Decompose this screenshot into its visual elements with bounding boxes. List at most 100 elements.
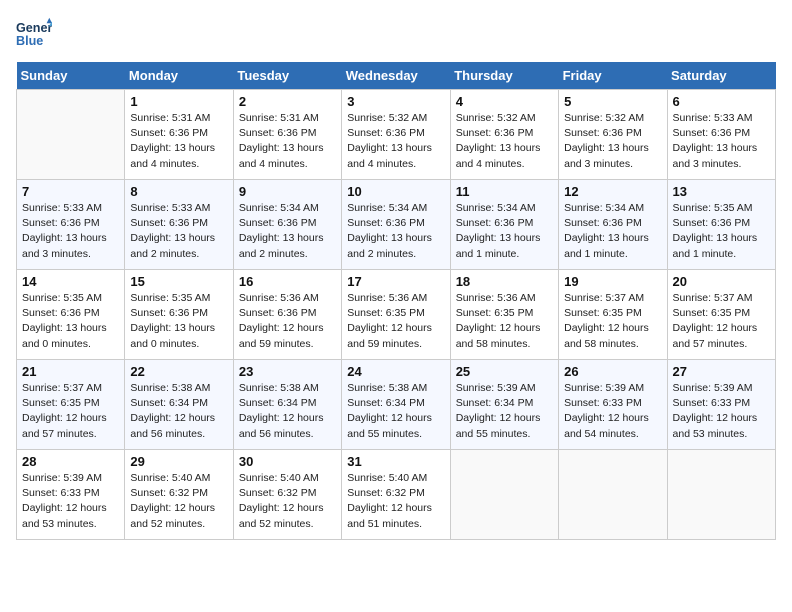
day-number: 2 [239,94,336,109]
day-number: 19 [564,274,661,289]
day-number: 15 [130,274,227,289]
day-info: Sunrise: 5:34 AMSunset: 6:36 PMDaylight:… [347,201,444,262]
day-info: Sunrise: 5:37 AMSunset: 6:35 PMDaylight:… [22,381,119,442]
calendar-week-row: 7 Sunrise: 5:33 AMSunset: 6:36 PMDaylight… [17,180,776,270]
day-number: 29 [130,454,227,469]
calendar-cell: 10 Sunrise: 5:34 AMSunset: 6:36 PMDayligh… [342,180,450,270]
calendar-cell: 12Sunrise: 5:34 AMSunset: 6:36 PMDayligh… [559,180,667,270]
calendar-cell: 15 Sunrise: 5:35 AMSunset: 6:36 PMDayligh… [125,270,233,360]
weekday-header-tuesday: Tuesday [233,62,341,90]
day-info: Sunrise: 5:35 AMSunset: 6:36 PMDaylight:… [673,201,770,262]
day-number: 12 [564,184,661,199]
day-info: Sunrise: 5:37 AMSunset: 6:35 PMDaylight:… [673,291,770,352]
day-info: Sunrise: 5:33 AMSunset: 6:36 PMDaylight:… [22,201,119,262]
calendar-cell: 16Sunrise: 5:36 AMSunset: 6:36 PMDayligh… [233,270,341,360]
day-info: Sunrise: 5:37 AMSunset: 6:35 PMDaylight:… [564,291,661,352]
weekday-header-saturday: Saturday [667,62,775,90]
day-info: Sunrise: 5:40 AMSunset: 6:32 PMDaylight:… [239,471,336,532]
day-number: 16 [239,274,336,289]
day-number: 22 [130,364,227,379]
svg-text:Blue: Blue [16,34,43,48]
day-info: Sunrise: 5:39 AMSunset: 6:33 PMDaylight:… [564,381,661,442]
day-number: 28 [22,454,119,469]
day-info: Sunrise: 5:39 AMSunset: 6:33 PMDaylight:… [673,381,770,442]
calendar-cell: 31 Sunrise: 5:40 AMSunset: 6:32 PMDayligh… [342,450,450,540]
calendar-cell: 29 Sunrise: 5:40 AMSunset: 6:32 PMDayligh… [125,450,233,540]
day-info: Sunrise: 5:33 AMSunset: 6:36 PMDaylight:… [130,201,227,262]
calendar-cell: 8Sunrise: 5:33 AMSunset: 6:36 PMDaylight… [125,180,233,270]
day-number: 1 [130,94,227,109]
calendar-cell: 14 Sunrise: 5:35 AMSunset: 6:36 PMDayligh… [17,270,125,360]
calendar-cell: 25 Sunrise: 5:39 AMSunset: 6:34 PMDayligh… [450,360,558,450]
calendar-cell: 26 Sunrise: 5:39 AMSunset: 6:33 PMDayligh… [559,360,667,450]
day-info: Sunrise: 5:38 AMSunset: 6:34 PMDaylight:… [347,381,444,442]
day-info: Sunrise: 5:38 AMSunset: 6:34 PMDaylight:… [239,381,336,442]
calendar-cell: 23 Sunrise: 5:38 AMSunset: 6:34 PMDayligh… [233,360,341,450]
calendar-week-row: 28 Sunrise: 5:39 AMSunset: 6:33 PMDayligh… [17,450,776,540]
calendar-cell: 21 Sunrise: 5:37 AMSunset: 6:35 PMDayligh… [17,360,125,450]
logo: General Blue [16,16,54,52]
calendar-cell: 9 Sunrise: 5:34 AMSunset: 6:36 PMDaylight… [233,180,341,270]
day-info: Sunrise: 5:34 AMSunset: 6:36 PMDaylight:… [456,201,553,262]
weekday-header-friday: Friday [559,62,667,90]
day-number: 25 [456,364,553,379]
day-info: Sunrise: 5:36 AMSunset: 6:35 PMDaylight:… [347,291,444,352]
day-number: 4 [456,94,553,109]
day-info: Sunrise: 5:34 AMSunset: 6:36 PMDaylight:… [239,201,336,262]
weekday-header-thursday: Thursday [450,62,558,90]
day-number: 18 [456,274,553,289]
calendar-cell: 30 Sunrise: 5:40 AMSunset: 6:32 PMDayligh… [233,450,341,540]
day-number: 31 [347,454,444,469]
calendar-cell: 22 Sunrise: 5:38 AMSunset: 6:34 PMDayligh… [125,360,233,450]
day-number: 10 [347,184,444,199]
day-number: 27 [673,364,770,379]
day-number: 26 [564,364,661,379]
day-info: Sunrise: 5:32 AMSunset: 6:36 PMDaylight:… [456,111,553,172]
calendar-cell: 5 Sunrise: 5:32 AMSunset: 6:36 PMDaylight… [559,90,667,180]
weekday-header-monday: Monday [125,62,233,90]
calendar-table: SundayMondayTuesdayWednesdayThursdayFrid… [16,62,776,540]
day-number: 14 [22,274,119,289]
calendar-cell [559,450,667,540]
calendar-cell: 27 Sunrise: 5:39 AMSunset: 6:33 PMDayligh… [667,360,775,450]
day-number: 5 [564,94,661,109]
weekday-header-wednesday: Wednesday [342,62,450,90]
day-info: Sunrise: 5:32 AMSunset: 6:36 PMDaylight:… [564,111,661,172]
day-info: Sunrise: 5:40 AMSunset: 6:32 PMDaylight:… [130,471,227,532]
day-info: Sunrise: 5:35 AMSunset: 6:36 PMDaylight:… [22,291,119,352]
day-number: 23 [239,364,336,379]
day-number: 20 [673,274,770,289]
day-number: 17 [347,274,444,289]
day-info: Sunrise: 5:32 AMSunset: 6:36 PMDaylight:… [347,111,444,172]
calendar-cell [450,450,558,540]
day-number: 6 [673,94,770,109]
day-info: Sunrise: 5:31 AMSunset: 6:36 PMDaylight:… [239,111,336,172]
day-number: 11 [456,184,553,199]
calendar-cell: 20 Sunrise: 5:37 AMSunset: 6:35 PMDayligh… [667,270,775,360]
calendar-cell: 11 Sunrise: 5:34 AMSunset: 6:36 PMDayligh… [450,180,558,270]
day-info: Sunrise: 5:39 AMSunset: 6:34 PMDaylight:… [456,381,553,442]
day-number: 7 [22,184,119,199]
calendar-cell: 13 Sunrise: 5:35 AMSunset: 6:36 PMDayligh… [667,180,775,270]
day-number: 30 [239,454,336,469]
calendar-week-row: 14 Sunrise: 5:35 AMSunset: 6:36 PMDayligh… [17,270,776,360]
day-info: Sunrise: 5:38 AMSunset: 6:34 PMDaylight:… [130,381,227,442]
day-info: Sunrise: 5:31 AMSunset: 6:36 PMDaylight:… [130,111,227,172]
day-number: 21 [22,364,119,379]
calendar-cell [667,450,775,540]
calendar-cell: 2 Sunrise: 5:31 AMSunset: 6:36 PMDaylight… [233,90,341,180]
calendar-cell: 17 Sunrise: 5:36 AMSunset: 6:35 PMDayligh… [342,270,450,360]
calendar-cell: 28 Sunrise: 5:39 AMSunset: 6:33 PMDayligh… [17,450,125,540]
day-info: Sunrise: 5:39 AMSunset: 6:33 PMDaylight:… [22,471,119,532]
calendar-header: SundayMondayTuesdayWednesdayThursdayFrid… [17,62,776,90]
calendar-cell: 4 Sunrise: 5:32 AMSunset: 6:36 PMDaylight… [450,90,558,180]
day-number: 9 [239,184,336,199]
day-info: Sunrise: 5:40 AMSunset: 6:32 PMDaylight:… [347,471,444,532]
calendar-cell [17,90,125,180]
day-info: Sunrise: 5:35 AMSunset: 6:36 PMDaylight:… [130,291,227,352]
calendar-cell: 7 Sunrise: 5:33 AMSunset: 6:36 PMDaylight… [17,180,125,270]
calendar-cell: 6Sunrise: 5:33 AMSunset: 6:36 PMDaylight… [667,90,775,180]
day-number: 13 [673,184,770,199]
calendar-cell: 19 Sunrise: 5:37 AMSunset: 6:35 PMDayligh… [559,270,667,360]
calendar-week-row: 1 Sunrise: 5:31 AMSunset: 6:36 PMDaylight… [17,90,776,180]
